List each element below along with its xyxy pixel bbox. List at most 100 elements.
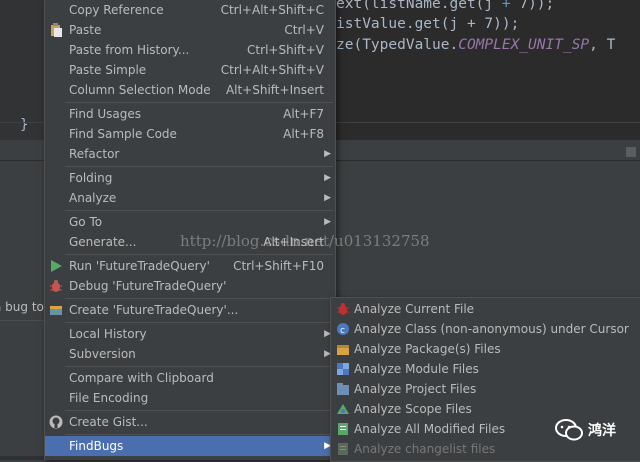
code-text: 7)); bbox=[510, 0, 555, 12]
submenu-item-analyze-module[interactable]: Analyze Module Files bbox=[331, 359, 640, 379]
menu-item-label: Local History bbox=[69, 327, 147, 341]
menu-item-label: Run 'FutureTradeQuery' bbox=[69, 259, 210, 273]
submenu-item-analyze-scope[interactable]: Analyze Scope Files bbox=[331, 399, 640, 419]
menu-item-label: File Encoding bbox=[69, 391, 149, 405]
menu-separator bbox=[65, 102, 333, 103]
menu-item-findbugs[interactable]: FindBugs ▶ bbox=[45, 436, 335, 456]
menu-item-label: Compare with Clipboard bbox=[69, 371, 214, 385]
submenu-item-analyze-changelist[interactable]: Analyze changelist files bbox=[331, 439, 640, 459]
project-icon bbox=[336, 382, 350, 396]
menu-item-create-config[interactable]: Create 'FutureTradeQuery'... bbox=[45, 300, 335, 320]
menu-item-label: Subversion bbox=[69, 347, 136, 361]
code-constant: COMPLEX_UNIT_SP bbox=[458, 37, 590, 53]
code-text: , T bbox=[589, 37, 616, 53]
submenu-item-label: Analyze Module Files bbox=[354, 362, 479, 376]
debug-icon bbox=[49, 279, 63, 293]
menu-item-shortcut: Ctrl+Shift+F10 bbox=[233, 259, 324, 273]
menu-separator bbox=[65, 166, 333, 167]
menu-item-shortcut: Ctrl+Alt+Shift+C bbox=[220, 3, 324, 17]
menu-item-label: Create Gist... bbox=[69, 415, 148, 429]
menu-item-shortcut: Alt+F7 bbox=[283, 107, 324, 121]
menu-item-column-selection-mode[interactable]: Column Selection Mode Alt+Shift+Insert bbox=[45, 80, 335, 100]
menu-item-label: Create 'FutureTradeQuery'... bbox=[69, 303, 239, 317]
menu-separator bbox=[65, 210, 333, 211]
submenu-item-label: Analyze Current File bbox=[354, 302, 475, 316]
scope-icon bbox=[336, 402, 350, 416]
menu-item-label: Generate... bbox=[69, 235, 137, 249]
menu-item-debug[interactable]: Debug 'FutureTradeQuery' bbox=[45, 276, 335, 296]
code-line-1: ext(listName.get(j + 7)); bbox=[336, 0, 554, 12]
svg-text:c: c bbox=[340, 326, 345, 336]
menu-separator bbox=[65, 254, 333, 255]
run-config-icon bbox=[49, 303, 63, 317]
menu-item-shortcut: Ctrl+Shift+V bbox=[247, 43, 324, 57]
menu-item-label: Paste from History... bbox=[69, 43, 190, 57]
menu-item-label: Find Usages bbox=[69, 107, 142, 121]
package-icon bbox=[336, 342, 350, 356]
class-bug-icon: c bbox=[336, 322, 350, 336]
editor-context-menu: Copy Reference Ctrl+Alt+Shift+C Paste Ctrl… bbox=[44, 0, 336, 460]
menu-item-copy-reference[interactable]: Copy Reference Ctrl+Alt+Shift+C bbox=[45, 0, 335, 20]
code-text: ze(TypedValue. bbox=[336, 37, 459, 53]
submenu-item-analyze-current-file[interactable]: Analyze Current File bbox=[331, 299, 640, 319]
menu-item-label: Folding bbox=[69, 171, 113, 185]
menu-item-create-gist[interactable]: Create Gist... bbox=[45, 412, 335, 432]
modified-files-icon bbox=[336, 422, 350, 436]
menu-separator bbox=[65, 322, 333, 323]
submenu-item-analyze-class[interactable]: c Analyze Class (non-anonymous) under Cu… bbox=[331, 319, 640, 339]
run-icon bbox=[49, 259, 63, 273]
menu-item-file-encoding[interactable]: File Encoding bbox=[45, 388, 335, 408]
module-icon bbox=[336, 362, 350, 376]
menu-item-paste-simple[interactable]: Paste Simple Ctrl+Alt+Shift+V bbox=[45, 60, 335, 80]
menu-item-paste-from-history[interactable]: Paste from History... Ctrl+Shift+V bbox=[45, 40, 335, 60]
menu-item-analyze[interactable]: Analyze ▶ bbox=[45, 188, 335, 208]
menu-item-shortcut: Alt+F8 bbox=[283, 127, 324, 141]
submenu-item-label: Analyze All Modified Files bbox=[354, 422, 506, 436]
code-operator: + bbox=[501, 0, 511, 12]
menu-separator bbox=[65, 410, 333, 411]
menu-separator bbox=[65, 298, 333, 299]
menu-item-shortcut: Alt+Shift+Insert bbox=[225, 83, 324, 97]
menu-item-label: Refactor bbox=[69, 147, 120, 161]
strip-button[interactable] bbox=[626, 147, 636, 157]
menu-separator bbox=[65, 434, 333, 435]
menu-item-run[interactable]: Run 'FutureTradeQuery' Ctrl+Shift+F10 bbox=[45, 256, 335, 276]
submenu-item-label: Analyze changelist files bbox=[354, 442, 496, 456]
menu-item-label: Analyze bbox=[69, 191, 117, 205]
menu-item-paste[interactable]: Paste Ctrl+V bbox=[45, 20, 335, 40]
menu-item-generate[interactable]: Generate... Alt+Insert bbox=[45, 232, 335, 252]
menu-item-label: Debug 'FutureTradeQuery' bbox=[69, 279, 227, 293]
menu-item-shortcut: Alt+Insert bbox=[263, 235, 324, 249]
menu-item-folding[interactable]: Folding ▶ bbox=[45, 168, 335, 188]
submenu-item-analyze-packages[interactable]: Analyze Package(s) Files bbox=[331, 339, 640, 359]
submenu-item-analyze-project[interactable]: Analyze Project Files bbox=[331, 379, 640, 399]
menu-item-find-usages[interactable]: Find Usages Alt+F7 bbox=[45, 104, 335, 124]
submenu-arrow-icon: ▶ bbox=[324, 149, 331, 159]
menu-item-label: Find Sample Code bbox=[69, 127, 177, 141]
code-text: 7)); bbox=[475, 16, 520, 32]
submenu-item-label: Analyze Scope Files bbox=[354, 402, 472, 416]
menu-item-refactor[interactable]: Refactor ▶ bbox=[45, 144, 335, 164]
menu-item-subversion[interactable]: Subversion ▶ bbox=[45, 344, 335, 364]
submenu-arrow-icon: ▶ bbox=[324, 173, 331, 183]
github-icon bbox=[49, 415, 63, 429]
menu-item-compare-clipboard[interactable]: Compare with Clipboard bbox=[45, 368, 335, 388]
code-text: istValue.get(j bbox=[336, 16, 467, 32]
wechat-account-label: 鸿洋 bbox=[588, 423, 616, 439]
submenu-arrow-icon: ▶ bbox=[324, 217, 331, 227]
menu-item-find-sample-code[interactable]: Find Sample Code Alt+F8 bbox=[45, 124, 335, 144]
submenu-item-label: Analyze Project Files bbox=[354, 382, 477, 396]
submenu-arrow-icon: ▶ bbox=[324, 193, 331, 203]
menu-item-label: Copy Reference bbox=[69, 3, 164, 17]
menu-item-label: Go To bbox=[69, 215, 103, 229]
code-operator: + bbox=[466, 16, 476, 32]
code-text: ext(listName.get(j bbox=[336, 0, 502, 12]
menu-item-label: Paste bbox=[69, 23, 102, 37]
menu-item-label: FindBugs bbox=[69, 439, 124, 453]
wechat-logo-icon bbox=[555, 418, 583, 445]
menu-item-label: Paste Simple bbox=[69, 63, 147, 77]
menu-item-local-history[interactable]: Local History ▶ bbox=[45, 324, 335, 344]
menu-item-go-to[interactable]: Go To ▶ bbox=[45, 212, 335, 232]
paste-icon bbox=[49, 23, 63, 37]
menu-item-shortcut: Ctrl+Alt+Shift+V bbox=[220, 63, 324, 77]
